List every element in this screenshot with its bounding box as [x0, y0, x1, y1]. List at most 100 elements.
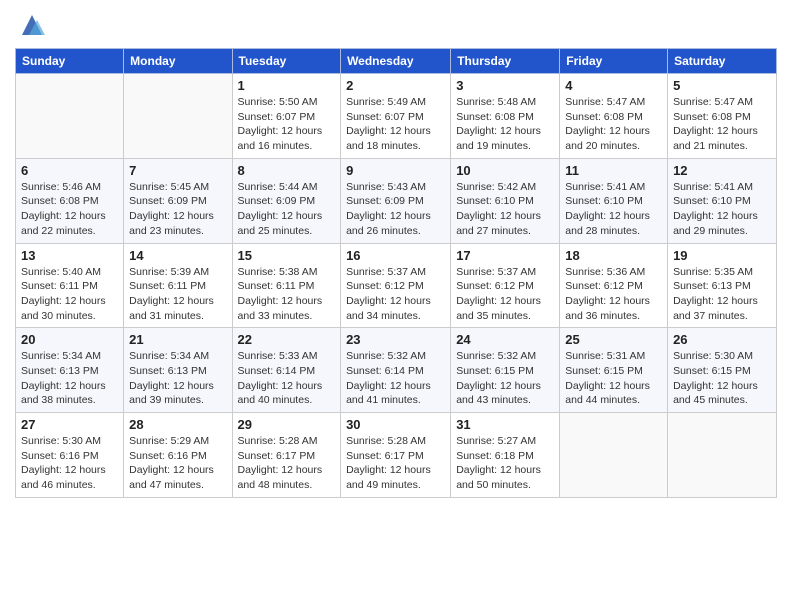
day-number: 12	[673, 163, 771, 178]
day-info: Sunrise: 5:46 AMSunset: 6:08 PMDaylight:…	[21, 180, 118, 239]
day-number: 2	[346, 78, 445, 93]
calendar-header-monday: Monday	[124, 49, 232, 74]
day-info: Sunrise: 5:28 AMSunset: 6:17 PMDaylight:…	[238, 434, 336, 493]
calendar-cell: 23Sunrise: 5:32 AMSunset: 6:14 PMDayligh…	[341, 328, 451, 413]
day-number: 27	[21, 417, 118, 432]
day-number: 25	[565, 332, 662, 347]
day-number: 22	[238, 332, 336, 347]
day-info: Sunrise: 5:34 AMSunset: 6:13 PMDaylight:…	[21, 349, 118, 408]
calendar-cell: 31Sunrise: 5:27 AMSunset: 6:18 PMDayligh…	[451, 413, 560, 498]
day-info: Sunrise: 5:41 AMSunset: 6:10 PMDaylight:…	[565, 180, 662, 239]
calendar-cell: 12 Sunrise: 5:41 AMSunset: 6:10 PMDayligh…	[668, 158, 777, 243]
day-info: Sunrise: 5:50 AMSunset: 6:07 PMDaylight:…	[238, 95, 336, 154]
calendar-cell	[668, 413, 777, 498]
day-number: 20	[21, 332, 118, 347]
day-info: Sunrise: 5:30 AMSunset: 6:16 PMDaylight:…	[21, 434, 118, 493]
calendar-cell: 5 Sunrise: 5:47 AMSunset: 6:08 PMDaylight…	[668, 74, 777, 159]
day-number: 7	[129, 163, 226, 178]
calendar-header-row: SundayMondayTuesdayWednesdayThursdayFrid…	[16, 49, 777, 74]
day-number: 29	[238, 417, 336, 432]
calendar-cell: 29 Sunrise: 5:28 AMSunset: 6:17 PMDayligh…	[232, 413, 341, 498]
day-info: Sunrise: 5:41 AMSunset: 6:10 PMDaylight:…	[673, 180, 771, 239]
calendar-header-tuesday: Tuesday	[232, 49, 341, 74]
day-info: Sunrise: 5:35 AMSunset: 6:13 PMDaylight:…	[673, 265, 771, 324]
day-number: 15	[238, 248, 336, 263]
day-number: 24	[456, 332, 554, 347]
day-info: Sunrise: 5:49 AMSunset: 6:07 PMDaylight:…	[346, 95, 445, 154]
day-info: Sunrise: 5:32 AMSunset: 6:14 PMDaylight:…	[346, 349, 445, 408]
day-number: 3	[456, 78, 554, 93]
day-info: Sunrise: 5:34 AMSunset: 6:13 PMDaylight:…	[129, 349, 226, 408]
calendar-cell: 7 Sunrise: 5:45 AMSunset: 6:09 PMDaylight…	[124, 158, 232, 243]
calendar-cell: 6 Sunrise: 5:46 AMSunset: 6:08 PMDaylight…	[16, 158, 124, 243]
day-number: 9	[346, 163, 445, 178]
day-info: Sunrise: 5:45 AMSunset: 6:09 PMDaylight:…	[129, 180, 226, 239]
day-number: 11	[565, 163, 662, 178]
day-info: Sunrise: 5:48 AMSunset: 6:08 PMDaylight:…	[456, 95, 554, 154]
logo-icon	[17, 10, 47, 40]
calendar-week-row: 27 Sunrise: 5:30 AMSunset: 6:16 PMDayligh…	[16, 413, 777, 498]
calendar-cell: 30 Sunrise: 5:28 AMSunset: 6:17 PMDayligh…	[341, 413, 451, 498]
day-number: 28	[129, 417, 226, 432]
calendar-week-row: 6 Sunrise: 5:46 AMSunset: 6:08 PMDaylight…	[16, 158, 777, 243]
day-number: 21	[129, 332, 226, 347]
logo	[15, 10, 47, 40]
day-info: Sunrise: 5:38 AMSunset: 6:11 PMDaylight:…	[238, 265, 336, 324]
calendar-cell: 26 Sunrise: 5:30 AMSunset: 6:15 PMDayligh…	[668, 328, 777, 413]
calendar-header-thursday: Thursday	[451, 49, 560, 74]
calendar-cell: 3 Sunrise: 5:48 AMSunset: 6:08 PMDaylight…	[451, 74, 560, 159]
day-number: 16	[346, 248, 445, 263]
page: SundayMondayTuesdayWednesdayThursdayFrid…	[0, 0, 792, 612]
calendar-cell: 2 Sunrise: 5:49 AMSunset: 6:07 PMDaylight…	[341, 74, 451, 159]
calendar-week-row: 13Sunrise: 5:40 AMSunset: 6:11 PMDayligh…	[16, 243, 777, 328]
day-number: 8	[238, 163, 336, 178]
day-info: Sunrise: 5:30 AMSunset: 6:15 PMDaylight:…	[673, 349, 771, 408]
calendar-cell: 16 Sunrise: 5:37 AMSunset: 6:12 PMDayligh…	[341, 243, 451, 328]
day-number: 10	[456, 163, 554, 178]
calendar-cell: 1Sunrise: 5:50 AMSunset: 6:07 PMDaylight…	[232, 74, 341, 159]
calendar-cell	[124, 74, 232, 159]
calendar-cell: 11 Sunrise: 5:41 AMSunset: 6:10 PMDayligh…	[560, 158, 668, 243]
day-info: Sunrise: 5:29 AMSunset: 6:16 PMDaylight:…	[129, 434, 226, 493]
day-info: Sunrise: 5:31 AMSunset: 6:15 PMDaylight:…	[565, 349, 662, 408]
calendar-cell: 18 Sunrise: 5:36 AMSunset: 6:12 PMDayligh…	[560, 243, 668, 328]
day-info: Sunrise: 5:33 AMSunset: 6:14 PMDaylight:…	[238, 349, 336, 408]
calendar-cell: 15 Sunrise: 5:38 AMSunset: 6:11 PMDayligh…	[232, 243, 341, 328]
calendar-header-friday: Friday	[560, 49, 668, 74]
calendar-cell	[16, 74, 124, 159]
day-number: 26	[673, 332, 771, 347]
calendar-cell: 28 Sunrise: 5:29 AMSunset: 6:16 PMDayligh…	[124, 413, 232, 498]
calendar-table: SundayMondayTuesdayWednesdayThursdayFrid…	[15, 48, 777, 498]
day-info: Sunrise: 5:42 AMSunset: 6:10 PMDaylight:…	[456, 180, 554, 239]
calendar-cell: 4Sunrise: 5:47 AMSunset: 6:08 PMDaylight…	[560, 74, 668, 159]
calendar-header-saturday: Saturday	[668, 49, 777, 74]
day-number: 14	[129, 248, 226, 263]
calendar-cell: 22 Sunrise: 5:33 AMSunset: 6:14 PMDayligh…	[232, 328, 341, 413]
calendar-cell: 14Sunrise: 5:39 AMSunset: 6:11 PMDayligh…	[124, 243, 232, 328]
calendar-header-sunday: Sunday	[16, 49, 124, 74]
day-number: 30	[346, 417, 445, 432]
day-number: 17	[456, 248, 554, 263]
calendar-cell: 19 Sunrise: 5:35 AMSunset: 6:13 PMDayligh…	[668, 243, 777, 328]
calendar-cell: 24Sunrise: 5:32 AMSunset: 6:15 PMDayligh…	[451, 328, 560, 413]
day-info: Sunrise: 5:37 AMSunset: 6:12 PMDaylight:…	[346, 265, 445, 324]
day-number: 5	[673, 78, 771, 93]
calendar-header-wednesday: Wednesday	[341, 49, 451, 74]
header	[15, 10, 777, 40]
day-info: Sunrise: 5:43 AMSunset: 6:09 PMDaylight:…	[346, 180, 445, 239]
day-info: Sunrise: 5:40 AMSunset: 6:11 PMDaylight:…	[21, 265, 118, 324]
day-info: Sunrise: 5:28 AMSunset: 6:17 PMDaylight:…	[346, 434, 445, 493]
calendar-cell: 8Sunrise: 5:44 AMSunset: 6:09 PMDaylight…	[232, 158, 341, 243]
day-number: 18	[565, 248, 662, 263]
calendar-cell: 27 Sunrise: 5:30 AMSunset: 6:16 PMDayligh…	[16, 413, 124, 498]
day-number: 4	[565, 78, 662, 93]
day-info: Sunrise: 5:47 AMSunset: 6:08 PMDaylight:…	[673, 95, 771, 154]
day-number: 6	[21, 163, 118, 178]
day-number: 19	[673, 248, 771, 263]
day-info: Sunrise: 5:36 AMSunset: 6:12 PMDaylight:…	[565, 265, 662, 324]
calendar-week-row: 1Sunrise: 5:50 AMSunset: 6:07 PMDaylight…	[16, 74, 777, 159]
calendar-cell: 20 Sunrise: 5:34 AMSunset: 6:13 PMDayligh…	[16, 328, 124, 413]
day-info: Sunrise: 5:37 AMSunset: 6:12 PMDaylight:…	[456, 265, 554, 324]
calendar-cell: 25 Sunrise: 5:31 AMSunset: 6:15 PMDayligh…	[560, 328, 668, 413]
calendar-cell: 17 Sunrise: 5:37 AMSunset: 6:12 PMDayligh…	[451, 243, 560, 328]
